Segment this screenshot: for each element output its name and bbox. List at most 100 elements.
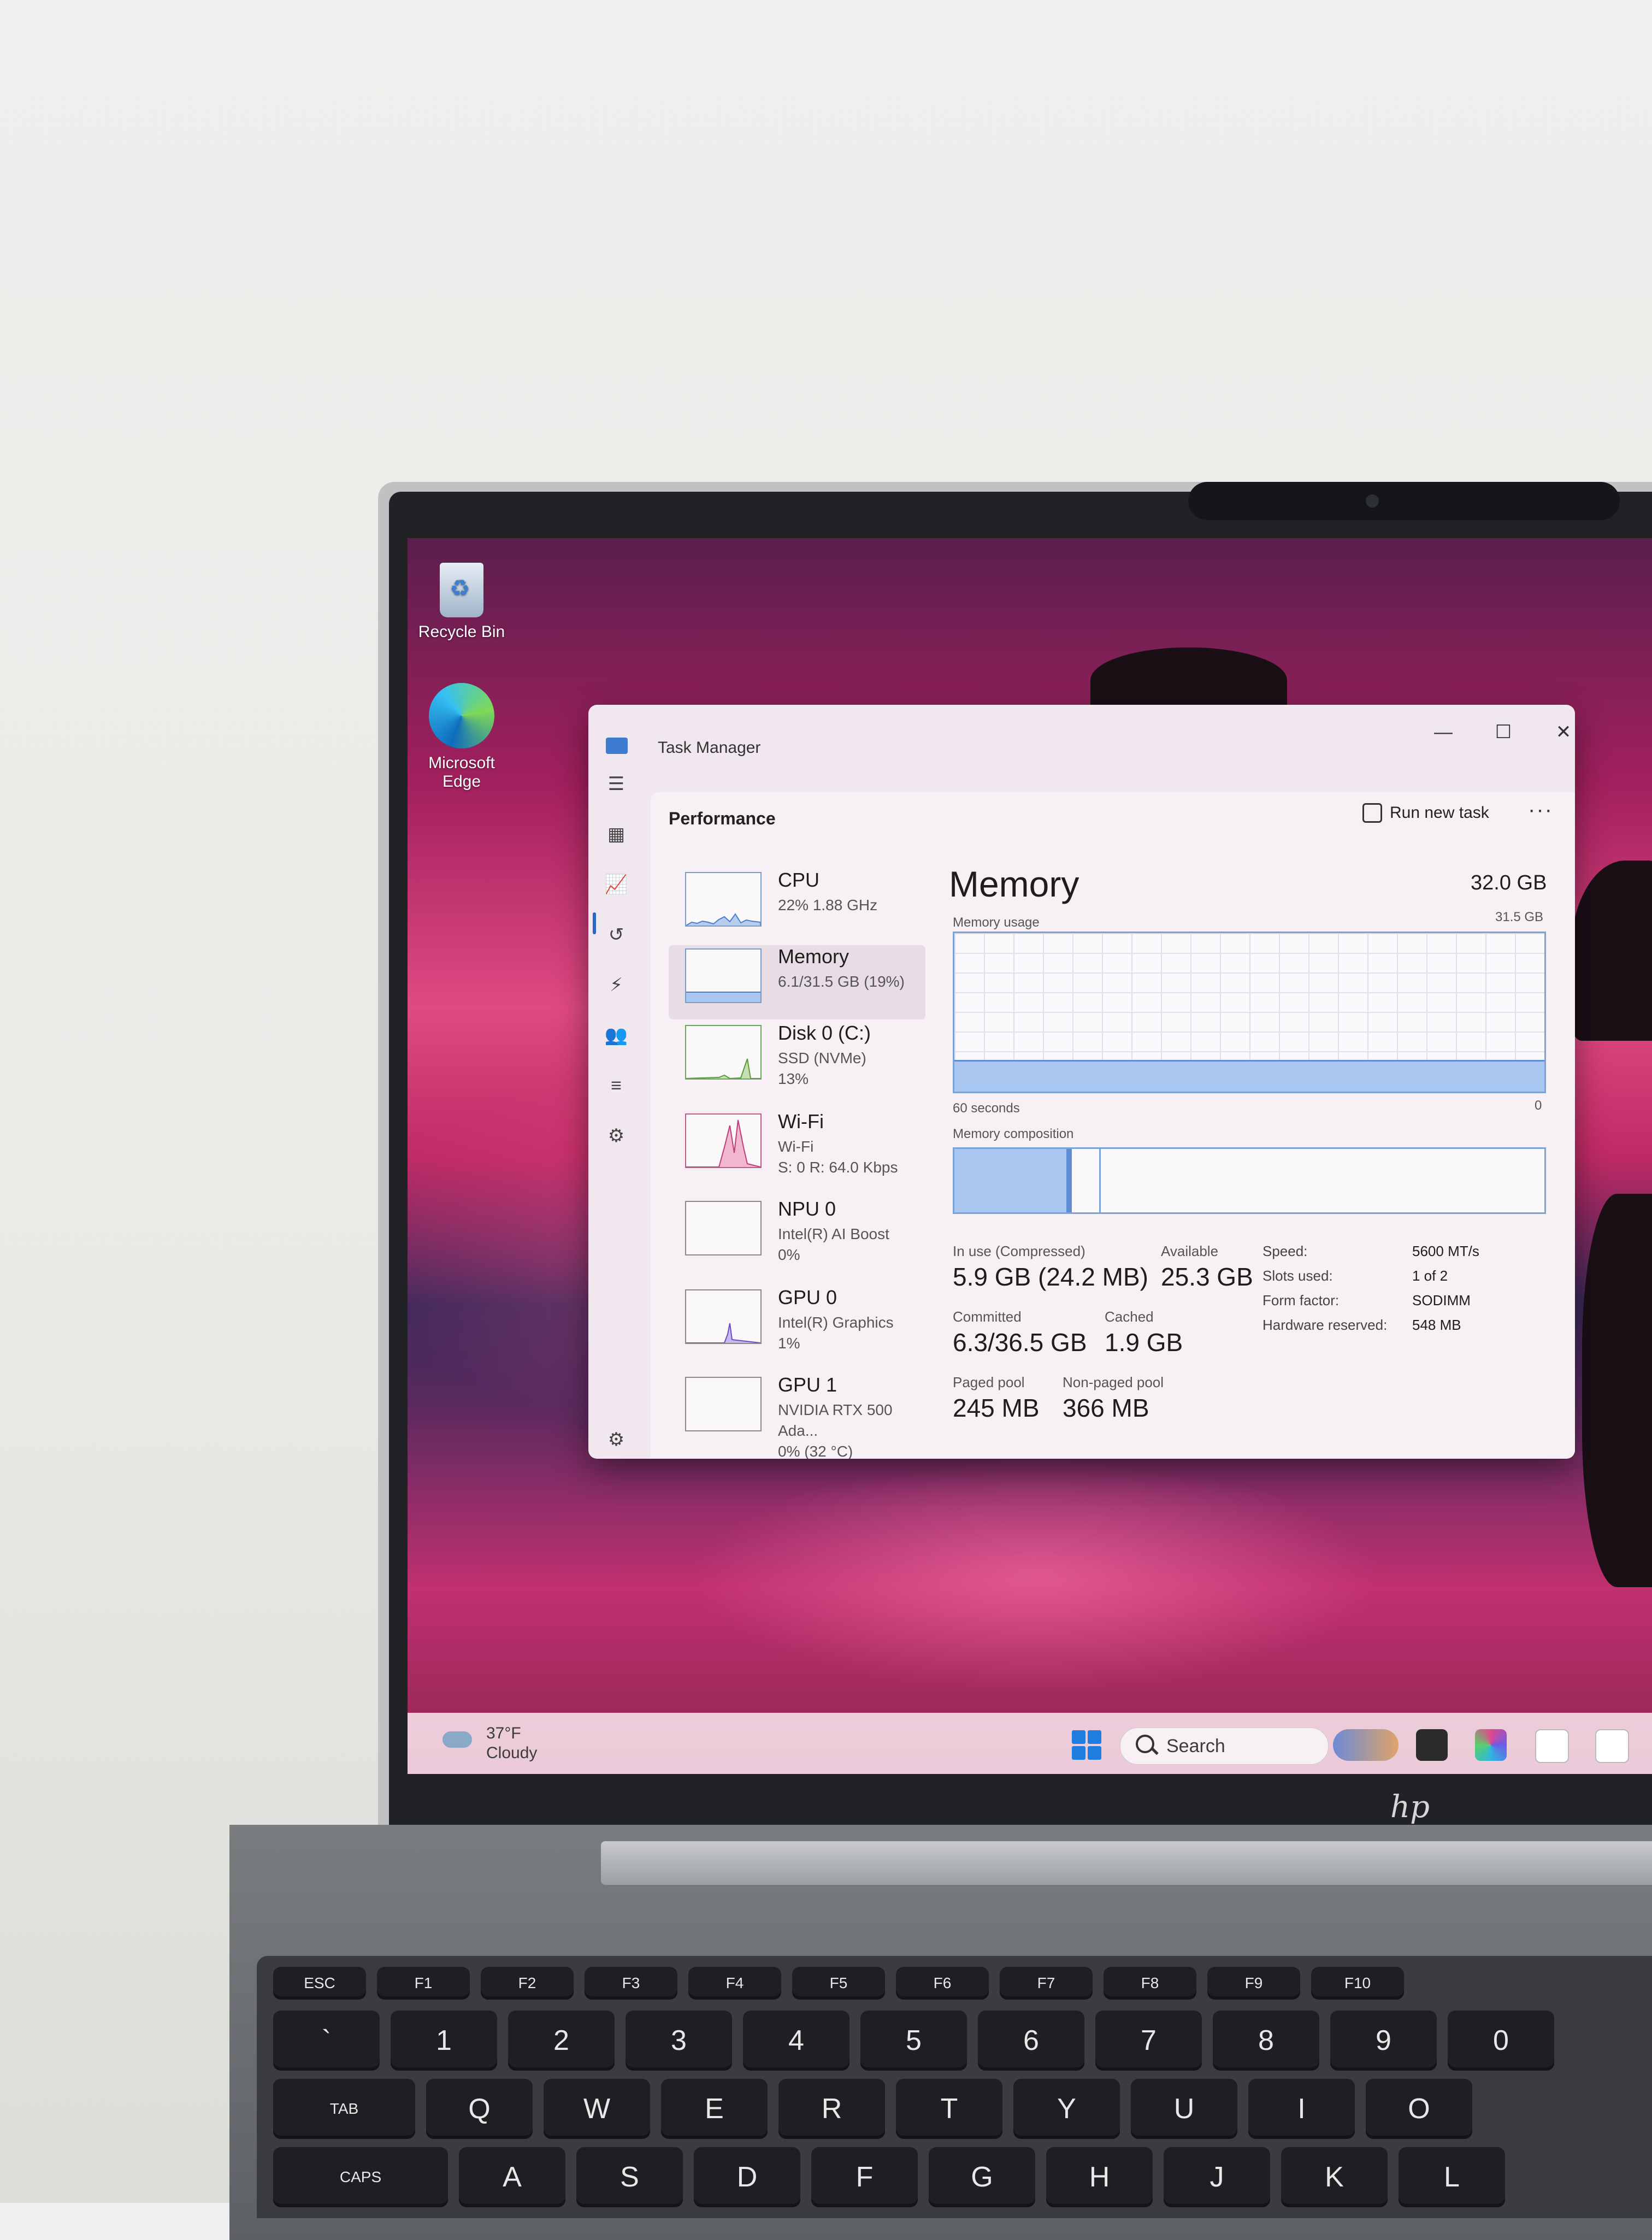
weather-temp: 37°F: [486, 1724, 521, 1742]
key-f4[interactable]: F4: [688, 1967, 781, 2000]
key-j[interactable]: J: [1164, 2147, 1270, 2207]
key-w[interactable]: W: [544, 2079, 650, 2139]
key-9[interactable]: 9: [1330, 2011, 1437, 2071]
key-f6[interactable]: F6: [896, 1967, 989, 2000]
key-f3[interactable]: F3: [585, 1967, 677, 2000]
widgets-icon[interactable]: [1333, 1729, 1399, 1761]
npu-thumbnail-graph: [685, 1201, 762, 1255]
minimize-button[interactable]: —: [1424, 716, 1462, 748]
startup-apps-icon[interactable]: ⚡: [603, 971, 630, 999]
resource-cpu[interactable]: CPU 22% 1.88 GHz: [669, 869, 925, 943]
memory-usage-graph: [953, 932, 1546, 1093]
key-f9[interactable]: F9: [1207, 1967, 1300, 2000]
key-f7[interactable]: F7: [1000, 1967, 1093, 2000]
resource-name: Memory: [778, 945, 849, 968]
key-f5[interactable]: F5: [792, 1967, 885, 2000]
graph-time-right: 0: [1535, 1098, 1542, 1113]
key-u[interactable]: U: [1131, 2079, 1237, 2139]
spec-hw-reserved-value: 548 MB: [1412, 1317, 1461, 1333]
key-5[interactable]: 5: [860, 2011, 967, 2071]
edge-shortcut[interactable]: Microsoft Edge: [415, 683, 508, 791]
key-8[interactable]: 8: [1213, 2011, 1319, 2071]
resource-name: NPU 0: [778, 1198, 836, 1220]
key-k[interactable]: K: [1281, 2147, 1388, 2207]
key-t[interactable]: T: [896, 2079, 1002, 2139]
processes-icon[interactable]: ▦: [603, 821, 630, 848]
resource-gpu1[interactable]: GPU 1 NVIDIA RTX 500 Ada... 0% (32 °C): [669, 1374, 925, 1459]
key-q[interactable]: Q: [426, 2079, 533, 2139]
disk-thumbnail-graph: [685, 1025, 762, 1080]
gpu1-thumbnail-graph: [685, 1377, 762, 1431]
key-f2[interactable]: F2: [481, 1967, 574, 2000]
key-s[interactable]: S: [576, 2147, 683, 2207]
resource-sub: Intel(R) Graphics 1%: [778, 1314, 894, 1352]
resource-npu[interactable]: NPU 0 Intel(R) AI Boost 0%: [669, 1198, 925, 1272]
details-icon[interactable]: ≡: [603, 1072, 630, 1099]
key-3[interactable]: 3: [626, 2011, 732, 2071]
edge-label: Microsoft Edge: [428, 754, 495, 791]
maximize-button[interactable]: ☐: [1484, 716, 1523, 748]
paged-pool-label: Paged pool: [953, 1374, 1025, 1390]
resource-memory[interactable]: Memory 6.1/31.5 GB (19%): [669, 945, 925, 1019]
key-d[interactable]: D: [694, 2147, 800, 2207]
spec-slots-key: Slots used:: [1262, 1268, 1333, 1284]
more-options-icon[interactable]: ···: [1528, 798, 1553, 822]
key-f8[interactable]: F8: [1104, 1967, 1196, 2000]
taskbar-search[interactable]: Search: [1120, 1728, 1329, 1765]
performance-icon[interactable]: 📈: [603, 871, 630, 898]
key-0[interactable]: 0: [1448, 2011, 1554, 2071]
hp-logo: hp: [1390, 1789, 1430, 1825]
key-f1[interactable]: F1: [377, 1967, 470, 2000]
composition-modified: [1066, 1149, 1072, 1212]
run-new-task-button[interactable]: Run new task: [1362, 795, 1489, 830]
available-label: Available: [1161, 1243, 1219, 1259]
task-manager-window[interactable]: Task Manager — ☐ ✕ ☰ ▦ 📈 ↺ ⚡ 👥 ≡ ⚙ ⚙ Per…: [588, 705, 1575, 1459]
task-view-icon[interactable]: [1416, 1729, 1448, 1761]
key-y[interactable]: Y: [1013, 2079, 1120, 2139]
key-tab[interactable]: TAB: [273, 2079, 415, 2139]
resource-disk[interactable]: Disk 0 (C:) SSD (NVMe) 13%: [669, 1022, 925, 1096]
key-7[interactable]: 7: [1095, 2011, 1202, 2071]
resource-gpu0[interactable]: GPU 0 Intel(R) Graphics 1%: [669, 1286, 925, 1360]
key-o[interactable]: O: [1366, 2079, 1472, 2139]
start-button[interactable]: [1072, 1730, 1101, 1760]
search-icon: [1136, 1735, 1154, 1753]
resource-name: GPU 0: [778, 1286, 837, 1308]
cpu-thumbnail-graph: [685, 872, 762, 927]
close-button[interactable]: ✕: [1544, 716, 1575, 748]
key-g[interactable]: G: [929, 2147, 1035, 2207]
key-1[interactable]: 1: [391, 2011, 497, 2071]
keyboard: ESC F1 F2 F3 F4 F5 F6 F7 F8 F9 F10 ` 1 2 3 4 5 6 7 8 9 0 TAB Q W…: [257, 1956, 1652, 2218]
recycle-bin-shortcut[interactable]: ♻ Recycle Bin: [415, 563, 508, 641]
key-f[interactable]: F: [811, 2147, 918, 2207]
key-caps[interactable]: CAPS: [273, 2147, 448, 2207]
resource-wifi[interactable]: Wi-Fi Wi-Fi S: 0 R: 64.0 Kbps: [669, 1110, 925, 1184]
settings-icon[interactable]: ⚙: [603, 1426, 630, 1453]
users-icon[interactable]: 👥: [603, 1022, 630, 1049]
key-2[interactable]: 2: [508, 2011, 615, 2071]
copilot-icon[interactable]: [1475, 1729, 1507, 1761]
key-h[interactable]: H: [1046, 2147, 1153, 2207]
taskbar: [408, 1713, 1652, 1774]
app-history-icon[interactable]: ↺: [603, 921, 630, 948]
file-icon[interactable]: [1535, 1729, 1569, 1763]
key-esc[interactable]: ESC: [273, 1967, 366, 2000]
committed-label: Committed: [953, 1308, 1022, 1325]
key-l[interactable]: L: [1399, 2147, 1505, 2207]
run-task-icon: [1362, 803, 1382, 823]
key-4[interactable]: 4: [743, 2011, 849, 2071]
key-[interactable]: `: [273, 2011, 380, 2071]
composition-in-use: [954, 1149, 1066, 1212]
key-i[interactable]: I: [1248, 2079, 1355, 2139]
key-f10[interactable]: F10: [1311, 1967, 1404, 2000]
key-r[interactable]: R: [778, 2079, 885, 2139]
composition-standby-divider: [1099, 1149, 1101, 1212]
hamburger-menu-icon[interactable]: ☰: [603, 770, 630, 798]
file-icon[interactable]: [1595, 1729, 1629, 1763]
key-a[interactable]: A: [459, 2147, 565, 2207]
webcam-bar: [1188, 482, 1620, 520]
key-e[interactable]: E: [661, 2079, 768, 2139]
spec-slots-value: 1 of 2: [1412, 1268, 1448, 1284]
key-6[interactable]: 6: [978, 2011, 1084, 2071]
services-icon[interactable]: ⚙: [603, 1122, 630, 1150]
